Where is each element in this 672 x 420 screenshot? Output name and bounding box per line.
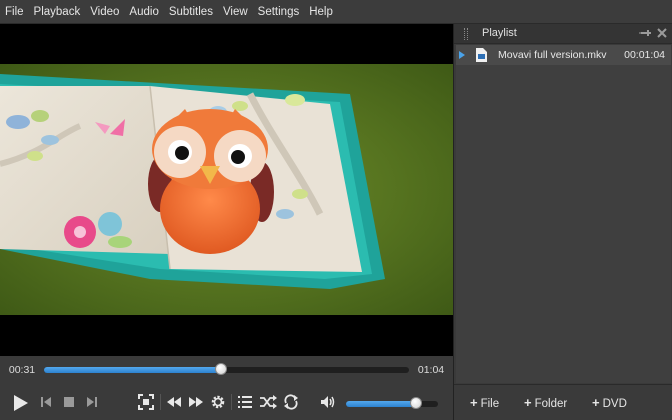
repeat-icon[interactable]	[281, 392, 301, 412]
menu-subtitles[interactable]: Subtitles	[164, 0, 218, 24]
video-frame-image	[0, 64, 453, 315]
previous-icon[interactable]	[36, 392, 56, 412]
volume-handle[interactable]	[409, 397, 422, 409]
separator	[160, 394, 161, 410]
playlist-buttons: + File + Folder + DVD	[454, 384, 672, 420]
playlist-title: Playlist	[482, 27, 517, 39]
menu-video[interactable]: Video	[85, 0, 124, 24]
settings-gear-icon[interactable]	[208, 392, 228, 412]
menu-audio[interactable]: Audio	[124, 0, 163, 24]
playlist-panel: Playlist Movavi full version.mkv 00:01:0…	[453, 24, 672, 420]
total-time: 01:04	[417, 364, 445, 376]
menu-view[interactable]: View	[218, 0, 253, 24]
drag-handle-icon[interactable]	[464, 28, 468, 40]
shuffle-icon[interactable]	[258, 392, 278, 412]
menu-playback[interactable]: Playback	[29, 0, 86, 24]
pin-icon[interactable]	[638, 26, 652, 40]
playlist-icon[interactable]	[235, 392, 255, 412]
add-folder-label: Folder	[534, 398, 568, 410]
fullscreen-icon[interactable]	[136, 392, 156, 412]
rewind-icon[interactable]	[164, 392, 184, 412]
playlist-item-name: Movavi full version.mkv	[498, 49, 607, 61]
add-dvd-button[interactable]: + DVD	[592, 395, 627, 410]
menu-bar: File Playback Video Audio Subtitles View…	[0, 0, 672, 24]
play-icon[interactable]	[8, 391, 32, 415]
seek-progress	[44, 367, 221, 373]
add-file-label: File	[480, 398, 500, 410]
volume-icon[interactable]	[318, 392, 338, 412]
seek-slider[interactable]	[44, 363, 409, 375]
playlist-list: Movavi full version.mkv 00:01:04	[456, 45, 671, 383]
playlist-header: Playlist	[454, 24, 672, 44]
next-icon[interactable]	[82, 392, 102, 412]
volume-level	[346, 401, 416, 407]
separator	[231, 394, 232, 410]
fast-forward-icon[interactable]	[186, 392, 206, 412]
menu-settings[interactable]: Settings	[253, 0, 305, 24]
progress-row: 00:31 01:04	[0, 356, 453, 384]
current-time: 00:31	[8, 364, 36, 376]
menu-file[interactable]: File	[0, 0, 29, 24]
add-file-button[interactable]: + File	[470, 395, 499, 410]
menu-help[interactable]: Help	[304, 0, 338, 24]
now-playing-icon	[459, 51, 465, 59]
close-icon[interactable]	[655, 26, 669, 40]
plus-icon: +	[470, 395, 478, 410]
stop-icon[interactable]	[59, 392, 79, 412]
file-icon	[476, 48, 487, 62]
video-display[interactable]	[0, 24, 453, 356]
playlist-item-duration: 00:01:04	[624, 49, 665, 61]
add-folder-button[interactable]: + Folder	[524, 395, 567, 410]
volume-slider[interactable]	[346, 397, 438, 409]
playlist-item[interactable]: Movavi full version.mkv 00:01:04	[456, 45, 671, 65]
plus-icon: +	[592, 395, 600, 410]
add-dvd-label: DVD	[602, 398, 627, 410]
seek-handle[interactable]	[214, 363, 227, 375]
plus-icon: +	[524, 395, 532, 410]
